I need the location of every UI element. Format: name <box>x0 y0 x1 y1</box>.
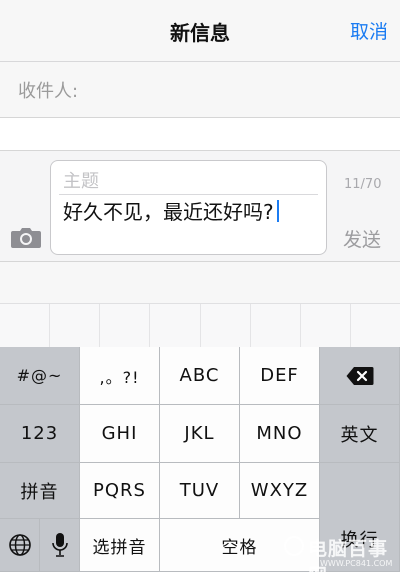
message-body[interactable]: 好久不见，最近还好吗? <box>63 198 313 226</box>
key-dictation[interactable] <box>40 519 80 572</box>
candidate-slot[interactable] <box>251 304 301 347</box>
key-symbols[interactable]: #@~ <box>0 347 80 405</box>
watermark-url: WWW.PC841.COM <box>320 559 393 568</box>
camera-icon[interactable] <box>10 225 42 249</box>
key-english[interactable]: 英文 <box>320 405 400 463</box>
microphone-icon <box>51 533 68 557</box>
candidate-slot[interactable] <box>301 304 351 347</box>
character-count: 11/70 <box>344 177 382 192</box>
key-tuv[interactable]: TUV <box>160 463 240 519</box>
watermark-logo-icon <box>284 536 304 556</box>
key-ghi[interactable]: GHI <box>80 405 160 463</box>
message-thread-area <box>0 118 400 150</box>
key-def[interactable]: DEF <box>240 347 320 405</box>
subject-input[interactable]: 主题 <box>63 167 99 193</box>
key-wxyz[interactable]: WXYZ <box>240 463 320 519</box>
key-123[interactable]: 123 <box>0 405 80 463</box>
key-pqrs[interactable]: PQRS <box>80 463 160 519</box>
candidate-slot[interactable] <box>50 304 101 347</box>
key-mno[interactable]: MNO <box>240 405 320 463</box>
subject-divider <box>59 194 318 195</box>
backspace-icon <box>346 366 373 385</box>
candidate-slot[interactable] <box>0 304 51 347</box>
delete-key[interactable] <box>320 347 400 405</box>
candidate-slot[interactable] <box>100 304 151 347</box>
candidate-slot[interactable] <box>351 304 400 347</box>
key-globe[interactable] <box>0 519 40 572</box>
candidate-bar <box>0 303 400 347</box>
message-input[interactable]: 主题 好久不见，最近还好吗? <box>50 160 327 255</box>
recipient-label: 收件人: <box>18 81 79 102</box>
globe-icon <box>8 534 31 556</box>
page-title: 新信息 <box>170 21 230 45</box>
candidate-slot[interactable] <box>201 304 251 347</box>
key-jkl[interactable]: JKL <box>160 405 240 463</box>
key-select-pinyin[interactable]: 选拼音 <box>80 519 160 572</box>
navigation-bar: 新信息 取消 <box>0 0 400 62</box>
send-button[interactable]: 发送 <box>343 225 381 252</box>
recipient-field[interactable]: 收件人: <box>0 62 400 118</box>
message-body-text: 好久不见，最近还好吗? <box>63 200 274 224</box>
key-abc[interactable]: ABC <box>160 347 240 405</box>
compose-bar: 主题 好久不见，最近还好吗? 11/70 发送 <box>0 150 400 262</box>
key-punctuation[interactable]: ,。?! <box>80 347 160 405</box>
key-pinyin[interactable]: 拼音 <box>0 463 80 519</box>
text-cursor <box>276 200 279 222</box>
watermark: 电脑百事网 WWW.PC841.COM <box>282 532 400 572</box>
cancel-button[interactable]: 取消 <box>350 17 388 44</box>
candidate-slot[interactable] <box>150 304 201 347</box>
